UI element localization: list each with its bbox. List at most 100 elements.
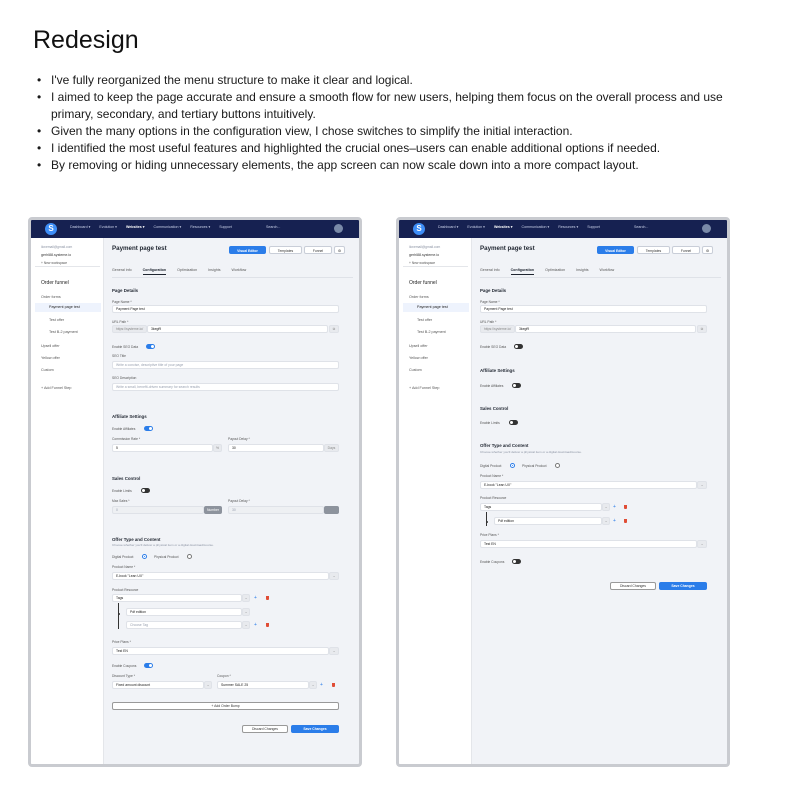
tab-general-info[interactable]: General info — [480, 268, 500, 275]
commission-input[interactable]: 5 — [112, 444, 213, 452]
search-input[interactable]: Search... — [266, 225, 280, 229]
sidebar-item-upsell[interactable]: Upsell offer — [403, 342, 469, 351]
sidebar-item-upsell[interactable]: Upsell offer — [35, 342, 101, 351]
add-order-bump-button[interactable]: + Add Order Bump — [112, 702, 339, 710]
url-input[interactable]: 3kegf9 — [515, 325, 696, 333]
discard-changes-button[interactable]: Discard Changes — [242, 725, 288, 733]
sidebar-item-test-offer[interactable]: Test offer — [35, 316, 101, 325]
delete-resource-icon[interactable] — [266, 596, 269, 600]
chevron-down-icon[interactable]: ⌄ — [242, 621, 250, 629]
resource-tags-select[interactable]: Tags — [480, 503, 602, 511]
physical-product-radio[interactable] — [187, 554, 192, 559]
resource-tags-select[interactable]: Tags — [112, 594, 242, 602]
tab-general-info[interactable]: General info — [112, 268, 132, 275]
chevron-down-icon[interactable]: ⌄ — [329, 572, 339, 580]
price-plans-select[interactable]: Test EN — [112, 647, 329, 655]
payout-input[interactable]: 30 — [228, 444, 324, 452]
settings-gear-icon[interactable]: ⚙ — [334, 246, 345, 254]
visual-editor-button[interactable]: Visual Editor — [229, 246, 266, 254]
chevron-down-icon[interactable]: ⌄ — [602, 503, 610, 511]
sidebar-item-test-offer[interactable]: Test offer — [403, 316, 469, 325]
seo-toggle[interactable] — [514, 344, 523, 349]
affiliate-toggle[interactable] — [512, 383, 521, 388]
resource-pdf-select[interactable]: Pdf edition — [494, 517, 602, 525]
settings-gear-icon[interactable]: ⚙ — [702, 246, 713, 254]
nav-websites[interactable]: Websites ▾ — [494, 225, 513, 229]
nav-support[interactable]: Support — [587, 225, 600, 229]
systeme-logo-icon[interactable]: S — [45, 223, 57, 235]
digital-product-radio[interactable] — [510, 463, 515, 468]
url-input[interactable]: 3kegf9 — [147, 325, 328, 333]
nav-communication[interactable]: Communication ▾ — [522, 225, 550, 229]
nav-websites[interactable]: Websites ▾ — [126, 225, 145, 229]
sidebar-item-payment-page[interactable]: Payment page test — [35, 303, 101, 312]
resource-choose-tag-select[interactable]: Choose Tag — [126, 621, 242, 629]
resource-pdf-select[interactable]: Pdf edition — [126, 608, 242, 616]
tab-configuration[interactable]: Configuration — [142, 268, 167, 275]
chevron-down-icon[interactable]: ⌄ — [697, 481, 707, 489]
add-resource-icon[interactable]: + — [254, 596, 257, 601]
chevron-down-icon[interactable]: ⌄ — [309, 681, 317, 689]
sidebar-item-test-payment[interactable]: Test B-2 payment — [403, 328, 469, 337]
sidebar-item-order-forms[interactable]: Order forms — [403, 293, 469, 302]
sidebar-item-payment-page[interactable]: Payment page test — [403, 303, 469, 312]
nav-dashboard[interactable]: Dashboard ▾ — [438, 225, 458, 229]
limits-toggle[interactable] — [141, 488, 150, 493]
seo-title-input[interactable]: Write a concise, descriptive title of yo… — [112, 361, 339, 369]
nav-evolution[interactable]: Evolution ▾ — [99, 225, 117, 229]
chevron-down-icon[interactable]: ⌄ — [204, 681, 212, 689]
nav-dashboard[interactable]: Dashboard ▾ — [70, 225, 90, 229]
visual-editor-button[interactable]: Visual Editor — [597, 246, 634, 254]
nav-evolution[interactable]: Evolution ▾ — [467, 225, 485, 229]
add-resource-icon[interactable]: + — [613, 519, 616, 524]
tab-configuration[interactable]: Configuration — [510, 268, 535, 275]
delete-coupon-icon[interactable] — [332, 683, 335, 687]
add-resource-icon[interactable]: + — [254, 623, 257, 628]
tab-insights[interactable]: Insights — [576, 268, 588, 275]
sidebar-item-yellow-offer[interactable]: Yellow offer — [403, 354, 469, 363]
search-input[interactable]: Search... — [634, 225, 648, 229]
discard-changes-button[interactable]: Discard Changes — [610, 582, 656, 590]
add-coupon-icon[interactable]: + — [320, 683, 323, 688]
nav-support[interactable]: Support — [219, 225, 232, 229]
chevron-down-icon[interactable]: ⌄ — [242, 608, 250, 616]
chevron-down-icon[interactable]: ⌄ — [329, 647, 339, 655]
tab-optimization[interactable]: Optimization — [177, 268, 197, 275]
sidebar-item-yellow-offer[interactable]: Yellow offer — [35, 354, 101, 363]
nav-communication[interactable]: Communication ▾ — [154, 225, 182, 229]
coupons-toggle[interactable] — [512, 559, 521, 564]
templates-button[interactable]: Templates — [269, 246, 302, 254]
add-resource-icon[interactable]: + — [613, 505, 616, 510]
new-workspace-link[interactable]: + New workspace — [41, 261, 67, 265]
digital-product-radio[interactable] — [142, 554, 147, 559]
save-changes-button[interactable]: Save Changes — [659, 582, 707, 590]
tab-optimization[interactable]: Optimization — [545, 268, 565, 275]
sidebar-item-order-forms[interactable]: Order forms — [35, 293, 101, 302]
product-name-select[interactable]: E-book "Lean UX" — [112, 572, 329, 580]
product-name-select[interactable]: E-book "Lean UX" — [480, 481, 697, 489]
delete-resource-icon[interactable] — [266, 623, 269, 627]
limits-toggle[interactable] — [509, 420, 518, 425]
templates-button[interactable]: Templates — [637, 246, 670, 254]
copy-icon[interactable]: ⧉ — [697, 325, 707, 333]
discount-type-select[interactable]: Fixed amount discount — [112, 681, 204, 689]
systeme-logo-icon[interactable]: S — [413, 223, 425, 235]
funnel-button[interactable]: Funnel — [304, 246, 332, 254]
coupons-toggle[interactable] — [144, 663, 153, 668]
chevron-down-icon[interactable]: ⌄ — [602, 517, 610, 525]
add-funnel-step-button[interactable]: + Add Funnel Step — [403, 384, 469, 393]
delete-resource-icon[interactable] — [624, 519, 627, 523]
sidebar-item-custom[interactable]: Custom — [403, 366, 469, 375]
chevron-down-icon[interactable]: ⌄ — [242, 594, 250, 602]
save-changes-button[interactable]: Save Changes — [291, 725, 339, 733]
new-workspace-link[interactable]: + New workspace — [409, 261, 435, 265]
chevron-down-icon[interactable]: ⌄ — [697, 540, 707, 548]
add-funnel-step-button[interactable]: + Add Funnel Step — [35, 384, 101, 393]
seo-toggle[interactable] — [146, 344, 155, 349]
page-name-input[interactable]: Payment Page test — [480, 305, 707, 313]
account-switcher[interactable]: ilovemail@gmail.com gerhl88.systeme.io +… — [35, 242, 100, 267]
limit-payout-input[interactable]: 30 — [228, 506, 324, 514]
coupon-select[interactable]: Summer SALE 25 — [217, 681, 309, 689]
tab-workflow[interactable]: Workflow — [600, 268, 615, 275]
price-plans-select[interactable]: Test EN — [480, 540, 697, 548]
